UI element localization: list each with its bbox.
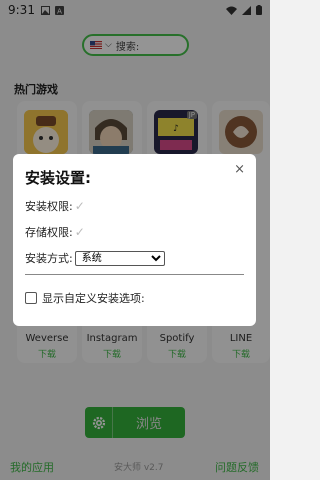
install-permission-label: 安装权限: <box>25 200 73 213</box>
install-settings-dialog: 安装设置: × 安装权限: ✓ 存储权限: ✓ 安装方式: 系统 显示自定义安装… <box>13 154 256 326</box>
check-icon: ✓ <box>74 225 85 239</box>
install-method-row: 安装方式: 系统 <box>25 250 165 266</box>
check-icon: ✓ <box>74 199 85 213</box>
custom-options-label: 显示自定义安装选项: <box>42 292 145 305</box>
divider <box>25 274 244 275</box>
storage-permission-row: 存储权限: ✓ <box>25 224 85 240</box>
custom-options-checkbox[interactable] <box>25 292 37 304</box>
install-method-label: 安装方式: <box>25 252 73 265</box>
install-permission-row: 安装权限: ✓ <box>25 198 85 214</box>
dialog-title: 安装设置: <box>25 169 91 187</box>
storage-permission-label: 存储权限: <box>25 226 73 239</box>
close-icon[interactable]: × <box>234 162 245 177</box>
install-method-select[interactable]: 系统 <box>74 250 165 266</box>
custom-options-row[interactable]: 显示自定义安装选项: <box>25 290 145 306</box>
